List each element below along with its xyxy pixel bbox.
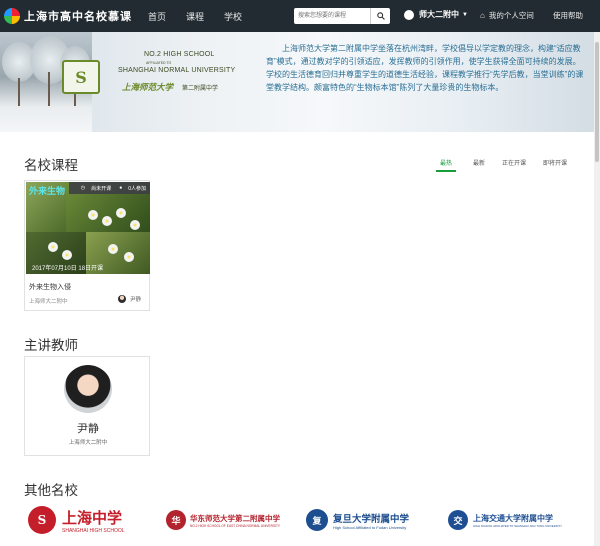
courses-heading: 名校课程 xyxy=(24,158,78,173)
nav-schools[interactable]: 学校 xyxy=(224,10,242,23)
home-icon: ⌂ xyxy=(480,11,485,20)
user-name: 师大二附中 xyxy=(419,10,459,19)
course-card[interactable]: 外来生物 ◷ 尚未开课 ● 0人参加 2017年07月10日 18日开课 外来生物入… xyxy=(24,180,150,311)
page-scrollbar[interactable] xyxy=(594,32,600,546)
tab-ongoing[interactable]: 正在开课 xyxy=(502,158,526,172)
school-name-en-2: AFFILIATED TO xyxy=(146,61,172,65)
site-logo[interactable]: 上海市高中名校慕课 xyxy=(0,8,140,24)
school-logo-fudan[interactable]: 复 复旦大学附属中学 High School Affiliated to Fud… xyxy=(306,502,409,538)
school-emblem-icon: S xyxy=(28,506,56,534)
course-date: 2017年07月10日 18日开课 xyxy=(32,266,104,272)
help-link[interactable]: 使用帮助 xyxy=(553,10,583,21)
chevron-down-icon: ▼ xyxy=(462,11,468,18)
tab-upcoming[interactable]: 即将开课 xyxy=(543,158,567,172)
school-intro: 上海师范大学第二附属中学坐落在杭州湾畔，学校倡导以学定教的理念，构建“适应教育”… xyxy=(266,44,584,92)
top-nav-bar: 上海市高中名校慕课 首页 课程 学校 师大二附中 ▼ ⌂ 我的个人空间 使用帮助 xyxy=(0,0,600,32)
search-button[interactable] xyxy=(370,8,390,24)
logo-icon xyxy=(4,8,20,24)
school-emblem-icon: 华 xyxy=(166,510,186,530)
school-logo-ecnu-2[interactable]: 华 华东师范大学第二附属中学 NO.2 HIGH SCHOOL OF EAST … xyxy=(166,502,280,538)
school-emblem-icon: 复 xyxy=(306,509,328,531)
clock-icon: ◷ xyxy=(80,185,86,191)
search-box xyxy=(294,8,390,24)
search-input[interactable] xyxy=(294,8,370,24)
school-logo-shanghai[interactable]: S 上海中学 SHANGHAI HIGH SCHOOL xyxy=(28,502,125,538)
school-logo: S NO.2 HIGH SCHOOL AFFILIATED TO SHANGHA… xyxy=(62,50,238,128)
school-emblem-icon: 交 xyxy=(448,510,468,530)
course-status-bar: ◷ 尚未开课 ● 0人参加 xyxy=(68,182,150,194)
teacher-school: 上海师大二附中 xyxy=(68,440,108,446)
teacher-avatar xyxy=(117,295,126,303)
course-school: 上海师大二附中 xyxy=(29,299,68,305)
course-thumb-title: 外来生物 xyxy=(29,186,66,196)
main-nav: 首页 课程 学校 xyxy=(148,10,262,23)
tab-newest[interactable]: 最新 xyxy=(473,158,485,172)
course-teacher: 尹静 xyxy=(117,295,141,303)
my-space-link[interactable]: ⌂ 我的个人空间 xyxy=(480,10,534,21)
school-name-en-1: NO.2 HIGH SCHOOL xyxy=(144,51,215,58)
scrollbar-thumb[interactable] xyxy=(595,42,599,162)
course-enrolled: ● 0人参加 xyxy=(119,185,146,192)
teacher-name[interactable]: 尹静 xyxy=(25,420,151,436)
school-name-cn-1: 上海师范大学 xyxy=(122,83,174,93)
search-icon xyxy=(376,12,385,20)
course-status: ◷ 尚未开课 xyxy=(80,185,112,192)
site-title: 上海市高中名校慕课 xyxy=(24,10,132,23)
nav-courses[interactable]: 课程 xyxy=(186,10,204,23)
teachers-heading: 主讲教师 xyxy=(24,338,78,353)
user-icon: ● xyxy=(119,185,123,191)
school-logo-sjtu[interactable]: 交 上海交通大学附属中学 HIGH SCHOOL AFFILIATED TO S… xyxy=(448,502,562,538)
nav-home[interactable]: 首页 xyxy=(148,10,166,23)
school-logos: S 上海中学 SHANGHAI HIGH SCHOOL 华 华东师范大学第二附属… xyxy=(24,502,584,538)
course-tabs: 最热 最新 正在开课 即将开课 xyxy=(436,158,584,172)
user-menu[interactable]: 师大二附中 ▼ xyxy=(404,9,468,20)
user-avatar xyxy=(404,9,414,20)
school-name-cn-2: 第二附属中学 xyxy=(182,86,219,92)
school-name-en-3: SHANGHAI NORMAL UNIVERSITY xyxy=(118,67,236,74)
course-thumbnail[interactable]: 外来生物 ◷ 尚未开课 ● 0人参加 2017年07月10日 18日开课 xyxy=(26,182,150,274)
tab-hottest[interactable]: 最热 xyxy=(436,158,457,172)
teacher-card[interactable]: 尹静 上海师大二附中 xyxy=(24,356,150,456)
school-banner: S NO.2 HIGH SCHOOL AFFILIATED TO SHANGHA… xyxy=(0,32,594,132)
teacher-photo xyxy=(64,365,112,413)
course-title[interactable]: 外来生物入侵 xyxy=(29,282,71,292)
schools-heading: 其他名校 xyxy=(24,483,78,498)
my-space-label: 我的个人空间 xyxy=(488,11,534,20)
school-crest-icon: S xyxy=(62,60,100,94)
